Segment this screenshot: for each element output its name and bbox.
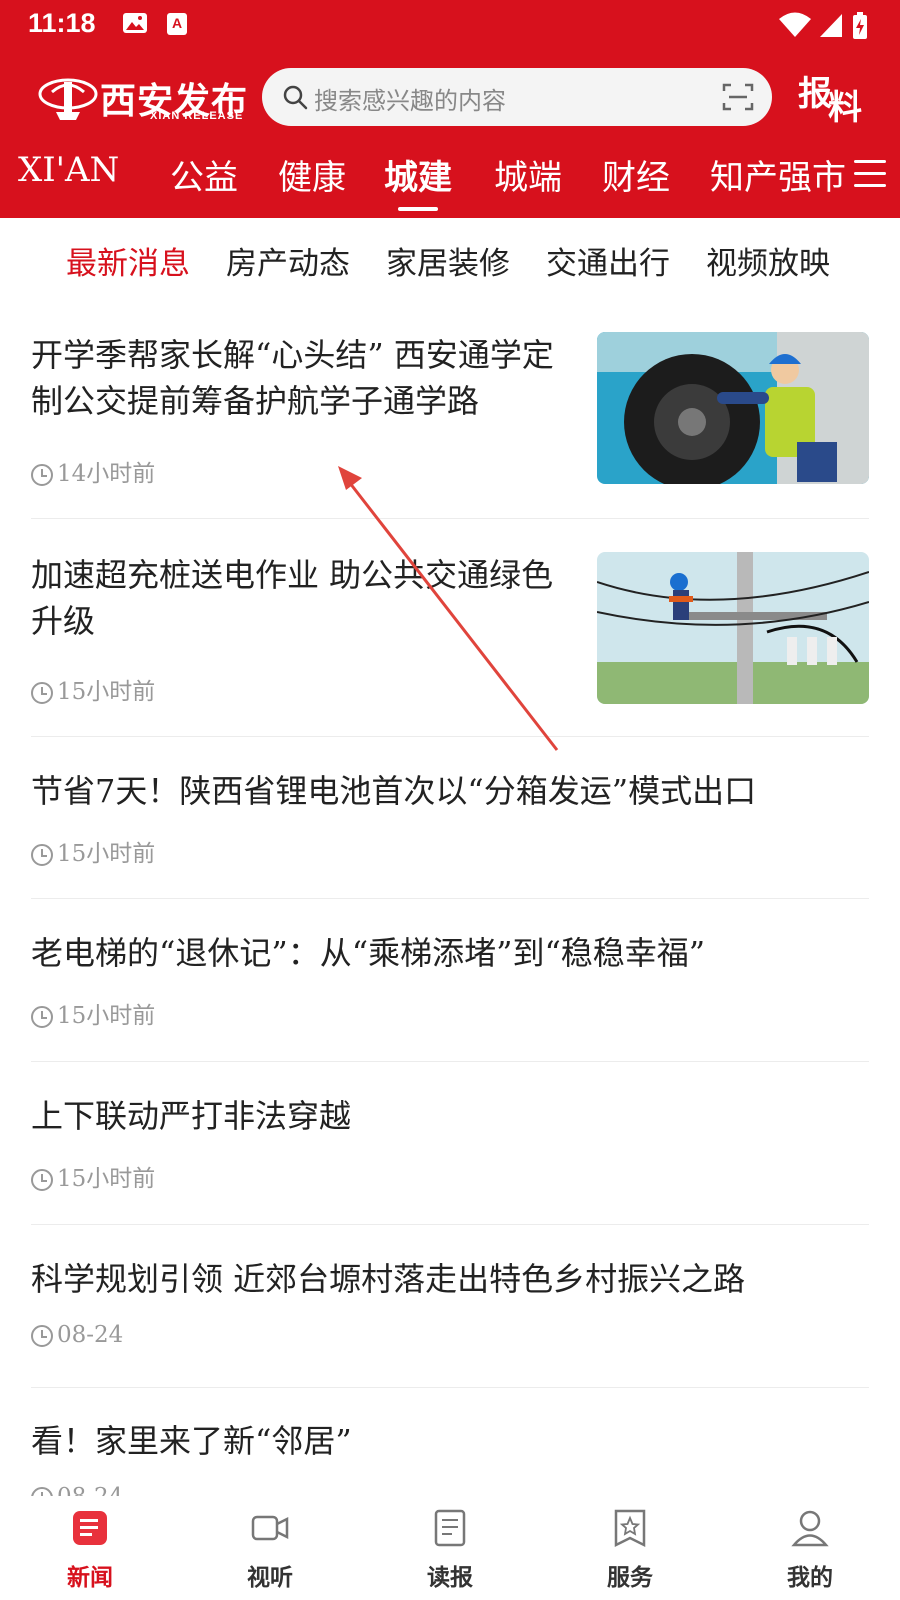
clock-icon bbox=[31, 464, 53, 486]
newspaper-icon bbox=[434, 1509, 466, 1547]
nav-newspaper-label: 读报 bbox=[427, 1564, 473, 1591]
scan-icon[interactable] bbox=[722, 82, 754, 112]
battery-icon bbox=[853, 12, 867, 39]
news-title: 开学季帮家长解“心头结” 西安通学定制公交提前筹备护航学子通学路 bbox=[31, 336, 554, 420]
clock-icon bbox=[31, 1487, 53, 1496]
tab-zhichan[interactable]: 知产强市 bbox=[710, 150, 846, 199]
divider bbox=[31, 1224, 869, 1225]
news-meta: 08-24 bbox=[31, 1322, 123, 1348]
news-item[interactable]: 加速超充桩送电作业 助公共交通绿色升级 15小时前 bbox=[31, 552, 869, 712]
subtab-housing[interactable]: 房产动态 bbox=[226, 238, 350, 283]
clock-icon bbox=[31, 682, 53, 704]
subtab-video[interactable]: 视频放映 bbox=[706, 238, 830, 283]
service-icon bbox=[614, 1509, 646, 1548]
tab-jiankang[interactable]: 健康 bbox=[278, 150, 346, 199]
news-meta: 15小时前 bbox=[31, 672, 155, 706]
app-notification-icon: A bbox=[167, 13, 187, 35]
brand-subtitle: XIAN RELEASE bbox=[150, 110, 244, 122]
tab-chengjian[interactable]: 城建 bbox=[384, 150, 452, 211]
news-title: 加速超充桩送电作业 助公共交通绿色升级 bbox=[31, 556, 554, 640]
clock-icon bbox=[31, 1006, 53, 1028]
tab-gongyi[interactable]: 公益 bbox=[170, 150, 238, 199]
news-item[interactable]: 科学规划引领 近郊台塬村落走出特色乡村振兴之路 08-24 bbox=[31, 1256, 869, 1356]
news-title: 老电梯的“退休记”：从“乘梯添堵”到“稳稳幸福” bbox=[31, 934, 706, 972]
news-time: 15小时前 bbox=[57, 1003, 156, 1029]
sub-tabs: 最新消息 房产动态 家居装修 交通出行 视频放映 bbox=[0, 232, 900, 288]
news-meta: 15小时前 bbox=[31, 996, 155, 1030]
nav-news-label: 新闻 bbox=[67, 1564, 113, 1591]
tab-caijing[interactable]: 财经 bbox=[602, 150, 670, 199]
news-title: 上下联动严打非法穿越 bbox=[31, 1097, 352, 1135]
news-time: 08-24 bbox=[57, 1322, 124, 1348]
news-icon bbox=[73, 1511, 107, 1545]
nav-video[interactable]: 视听 bbox=[220, 1496, 320, 1600]
news-item[interactable]: 看！家里来了新“邻居” 08-24 bbox=[31, 1418, 869, 1496]
clock-icon bbox=[31, 844, 53, 866]
divider bbox=[31, 1387, 869, 1388]
nav-video-label: 视听 bbox=[247, 1564, 293, 1591]
subtab-home-decor[interactable]: 家居装修 bbox=[386, 238, 510, 283]
news-thumbnail-bus-tire bbox=[597, 332, 869, 484]
brand-logo[interactable]: 西安发布 XIAN RELEASE bbox=[38, 70, 247, 126]
channel-tabs: XI'AN 公益 健康 城建 城端 财经 知产强市 bbox=[0, 150, 900, 211]
news-time: 15小时前 bbox=[57, 1166, 156, 1192]
video-icon bbox=[251, 1515, 289, 1541]
channel-menu-icon[interactable] bbox=[854, 160, 886, 188]
nav-profile[interactable]: 我的 bbox=[760, 1496, 860, 1600]
report-label-1: 报 bbox=[798, 74, 832, 114]
nav-newspaper[interactable]: 读报 bbox=[400, 1496, 500, 1600]
svg-text:A: A bbox=[172, 15, 182, 31]
news-time: 08-24 bbox=[57, 1484, 123, 1496]
nav-service-label: 服务 bbox=[607, 1564, 653, 1591]
signal-icon bbox=[820, 14, 842, 37]
divider bbox=[31, 1061, 869, 1062]
news-meta: 15小时前 bbox=[31, 834, 155, 868]
tab-chengduan[interactable]: 城端 bbox=[494, 150, 562, 199]
news-item[interactable]: 上下联动严打非法穿越 15小时前 bbox=[31, 1093, 869, 1193]
news-item[interactable]: 开学季帮家长解“心头结” 西安通学定制公交提前筹备护航学子通学路 14小时前 bbox=[31, 332, 869, 492]
search-bar[interactable]: 搜索感兴趣的内容 bbox=[262, 68, 772, 126]
wifi-icon bbox=[779, 12, 811, 37]
news-item[interactable]: 节省7天！陕西省锂电池首次以“分箱发运”模式出口 15小时前 bbox=[31, 768, 869, 868]
news-title: 节省7天！陕西省锂电池首次以“分箱发运”模式出口 bbox=[31, 772, 757, 810]
news-time: 14小时前 bbox=[57, 461, 156, 487]
divider bbox=[31, 736, 869, 737]
report-button[interactable]: 报 料 bbox=[798, 66, 862, 128]
news-title: 科学规划引领 近郊台塬村落走出特色乡村振兴之路 bbox=[31, 1260, 746, 1298]
search-icon bbox=[283, 85, 308, 110]
news-thumbnail-power-line bbox=[597, 552, 869, 704]
news-item[interactable]: 老电梯的“退休记”：从“乘梯添堵”到“稳稳幸福” 15小时前 bbox=[31, 930, 869, 1030]
divider bbox=[31, 898, 869, 899]
news-title: 看！家里来了新“邻居” bbox=[31, 1422, 352, 1460]
clock-icon bbox=[31, 1325, 53, 1347]
divider bbox=[31, 518, 869, 519]
report-label-2: 料 bbox=[828, 88, 862, 128]
news-meta: 14小时前 bbox=[31, 454, 155, 488]
pagoda-logo-icon bbox=[38, 78, 98, 120]
subtab-latest[interactable]: 最新消息 bbox=[66, 238, 190, 283]
tab-xian[interactable]: XI'AN bbox=[18, 150, 119, 190]
nav-service[interactable]: 服务 bbox=[580, 1496, 680, 1600]
nav-profile-label: 我的 bbox=[787, 1564, 833, 1591]
profile-icon bbox=[791, 1510, 829, 1547]
search-placeholder: 搜索感兴趣的内容 bbox=[314, 87, 506, 115]
news-meta: 15小时前 bbox=[31, 1159, 155, 1193]
status-time: 11:18 bbox=[28, 8, 96, 38]
status-bar: 11:18 A bbox=[0, 0, 900, 48]
news-time: 15小时前 bbox=[57, 841, 156, 867]
clock-icon bbox=[31, 1169, 53, 1191]
gallery-notification-icon bbox=[123, 13, 147, 33]
nav-news[interactable]: 新闻 bbox=[40, 1496, 140, 1600]
subtab-transport[interactable]: 交通出行 bbox=[546, 238, 670, 283]
news-time: 15小时前 bbox=[57, 679, 156, 705]
bottom-nav: 新闻 视听 读报 服务 我的 bbox=[0, 1496, 900, 1600]
news-meta: 08-24 bbox=[31, 1484, 123, 1496]
